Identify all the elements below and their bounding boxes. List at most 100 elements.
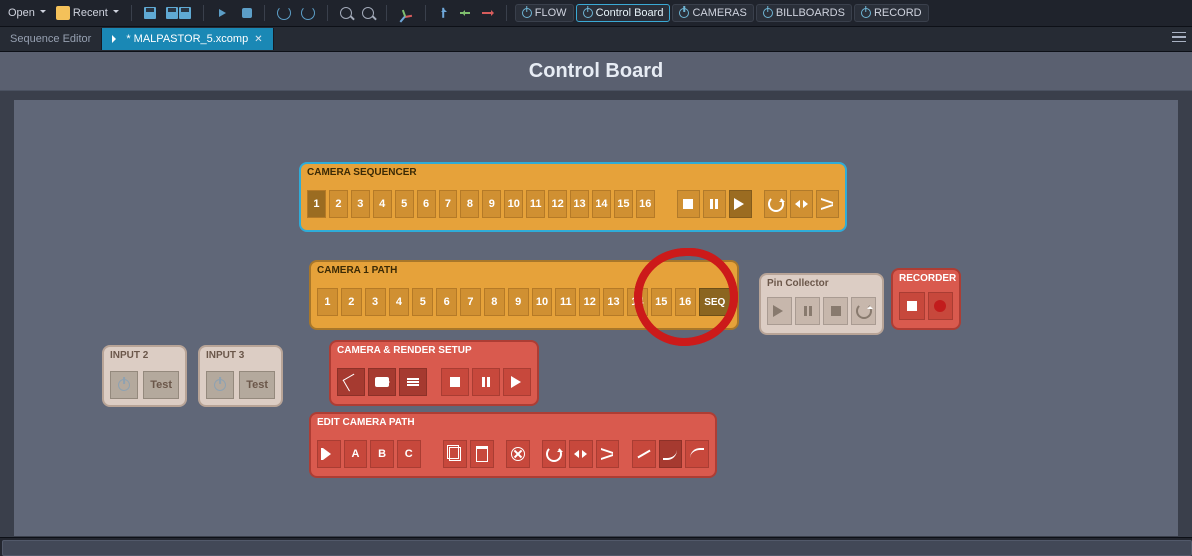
close-icon[interactable]: ✕ <box>254 34 262 45</box>
open-menu[interactable]: Open <box>4 5 50 21</box>
pin-play[interactable] <box>767 297 792 325</box>
seq-step-8[interactable]: 8 <box>460 190 479 218</box>
path-step-16[interactable]: 16 <box>675 288 696 316</box>
canvas[interactable]: CAMERA SEQUENCER 1 2 3 4 5 6 7 8 9 10 11… <box>14 100 1178 536</box>
nav-up[interactable] <box>434 5 454 21</box>
seq-pause[interactable] <box>703 190 726 218</box>
seq-step-11[interactable]: 11 <box>526 190 545 218</box>
edit-paste[interactable] <box>470 440 494 468</box>
seq-step-6[interactable]: 6 <box>417 190 436 218</box>
nav-forward[interactable] <box>478 5 498 21</box>
seq-step-1[interactable]: 1 <box>307 190 326 218</box>
path-step-12[interactable]: 12 <box>579 288 600 316</box>
seq-step-2[interactable]: 2 <box>329 190 348 218</box>
toolbar-redo[interactable] <box>297 4 319 22</box>
edit-shuffle[interactable] <box>596 440 620 468</box>
path-step-14[interactable]: 14 <box>627 288 648 316</box>
seq-step-14[interactable]: 14 <box>592 190 611 218</box>
pin-stop[interactable] <box>823 297 848 325</box>
seq-step-16[interactable]: 16 <box>636 190 655 218</box>
tab-sequence-editor[interactable]: Sequence Editor <box>0 28 102 50</box>
path-step-6[interactable]: 6 <box>436 288 457 316</box>
scrollbar-thumb[interactable] <box>2 540 1192 556</box>
path-step-13[interactable]: 13 <box>603 288 624 316</box>
hamburger-menu[interactable] <box>1172 32 1186 42</box>
input2-power[interactable] <box>110 371 138 399</box>
path-step-1[interactable]: 1 <box>317 288 338 316</box>
panel-recorder[interactable]: RECORDER <box>891 268 961 330</box>
recent-menu[interactable]: Recent <box>52 4 123 22</box>
path-step-3[interactable]: 3 <box>365 288 386 316</box>
toolbar-play[interactable] <box>212 7 236 19</box>
input3-test[interactable]: Test <box>239 371 275 399</box>
edit-curve[interactable] <box>659 440 683 468</box>
edit-bezier[interactable] <box>685 440 709 468</box>
seq-pingpong[interactable] <box>790 190 813 218</box>
panel-input-2[interactable]: INPUT 2 Test <box>102 345 187 407</box>
horizontal-scrollbar[interactable] <box>0 537 1192 556</box>
seq-step-10[interactable]: 10 <box>504 190 523 218</box>
seq-step-13[interactable]: 13 <box>570 190 589 218</box>
seq-step-4[interactable]: 4 <box>373 190 392 218</box>
path-step-2[interactable]: 2 <box>341 288 362 316</box>
path-step-9[interactable]: 9 <box>508 288 529 316</box>
input3-power[interactable] <box>206 371 234 399</box>
path-seq-button[interactable]: SEQ <box>699 288 732 316</box>
seq-step-3[interactable]: 3 <box>351 190 370 218</box>
panel-input-3[interactable]: INPUT 3 Test <box>198 345 283 407</box>
edit-letter-c[interactable]: C <box>397 440 421 468</box>
save-all-button[interactable] <box>162 5 195 21</box>
edit-pingpong[interactable] <box>569 440 593 468</box>
setup-cursor[interactable] <box>337 368 365 396</box>
edit-cancel[interactable] <box>506 440 530 468</box>
rec-stop[interactable] <box>899 292 925 320</box>
save-button[interactable] <box>140 5 160 21</box>
pin-pause[interactable] <box>795 297 820 325</box>
nav-back[interactable] <box>456 5 476 21</box>
setup-camera[interactable] <box>368 368 396 396</box>
edit-copy[interactable] <box>443 440 467 468</box>
path-step-4[interactable]: 4 <box>389 288 410 316</box>
panel-camera-render-setup[interactable]: CAMERA & RENDER SETUP <box>329 340 539 406</box>
panel-edit-camera-path[interactable]: EDIT CAMERA PATH A B C <box>309 412 717 478</box>
setup-list[interactable] <box>399 368 427 396</box>
path-step-8[interactable]: 8 <box>484 288 505 316</box>
nav-flow[interactable]: FLOW <box>515 4 574 22</box>
path-step-11[interactable]: 11 <box>555 288 576 316</box>
edit-letter-a[interactable]: A <box>344 440 368 468</box>
path-step-5[interactable]: 5 <box>412 288 433 316</box>
path-step-15[interactable]: 15 <box>651 288 672 316</box>
nav-record[interactable]: RECORD <box>854 4 929 22</box>
seq-loop[interactable] <box>764 190 787 218</box>
tab-file[interactable]: * MALPASTOR_5.xcomp ✕ <box>102 28 273 50</box>
seq-stop[interactable] <box>677 190 700 218</box>
seq-step-15[interactable]: 15 <box>614 190 633 218</box>
nav-billboards[interactable]: BILLBOARDS <box>756 4 852 22</box>
seq-step-7[interactable]: 7 <box>439 190 458 218</box>
seq-step-5[interactable]: 5 <box>395 190 414 218</box>
panel-camera1-path[interactable]: CAMERA 1 PATH 1 2 3 4 5 6 7 8 9 10 11 12… <box>309 260 739 330</box>
seq-play[interactable] <box>729 190 752 218</box>
input2-test[interactable]: Test <box>143 371 179 399</box>
seq-shuffle[interactable] <box>816 190 839 218</box>
axes-toggle[interactable] <box>395 4 417 22</box>
seq-step-9[interactable]: 9 <box>482 190 501 218</box>
setup-pause[interactable] <box>472 368 500 396</box>
toolbar-undo[interactable] <box>273 4 295 22</box>
edit-loop[interactable] <box>542 440 566 468</box>
edit-playstep[interactable] <box>317 440 341 468</box>
zoom-out[interactable] <box>336 5 356 21</box>
setup-stop[interactable] <box>441 368 469 396</box>
seq-step-12[interactable]: 12 <box>548 190 567 218</box>
path-step-7[interactable]: 7 <box>460 288 481 316</box>
pin-loop[interactable] <box>851 297 876 325</box>
path-step-10[interactable]: 10 <box>532 288 553 316</box>
zoom-in[interactable] <box>358 5 378 21</box>
edit-line[interactable] <box>632 440 656 468</box>
nav-cameras[interactable]: CAMERAS <box>672 4 753 22</box>
nav-control-board[interactable]: Control Board <box>576 4 671 22</box>
panel-pin-collector[interactable]: Pin Collector <box>759 273 884 335</box>
edit-letter-b[interactable]: B <box>370 440 394 468</box>
setup-play[interactable] <box>503 368 531 396</box>
toolbar-stop[interactable] <box>238 6 256 20</box>
